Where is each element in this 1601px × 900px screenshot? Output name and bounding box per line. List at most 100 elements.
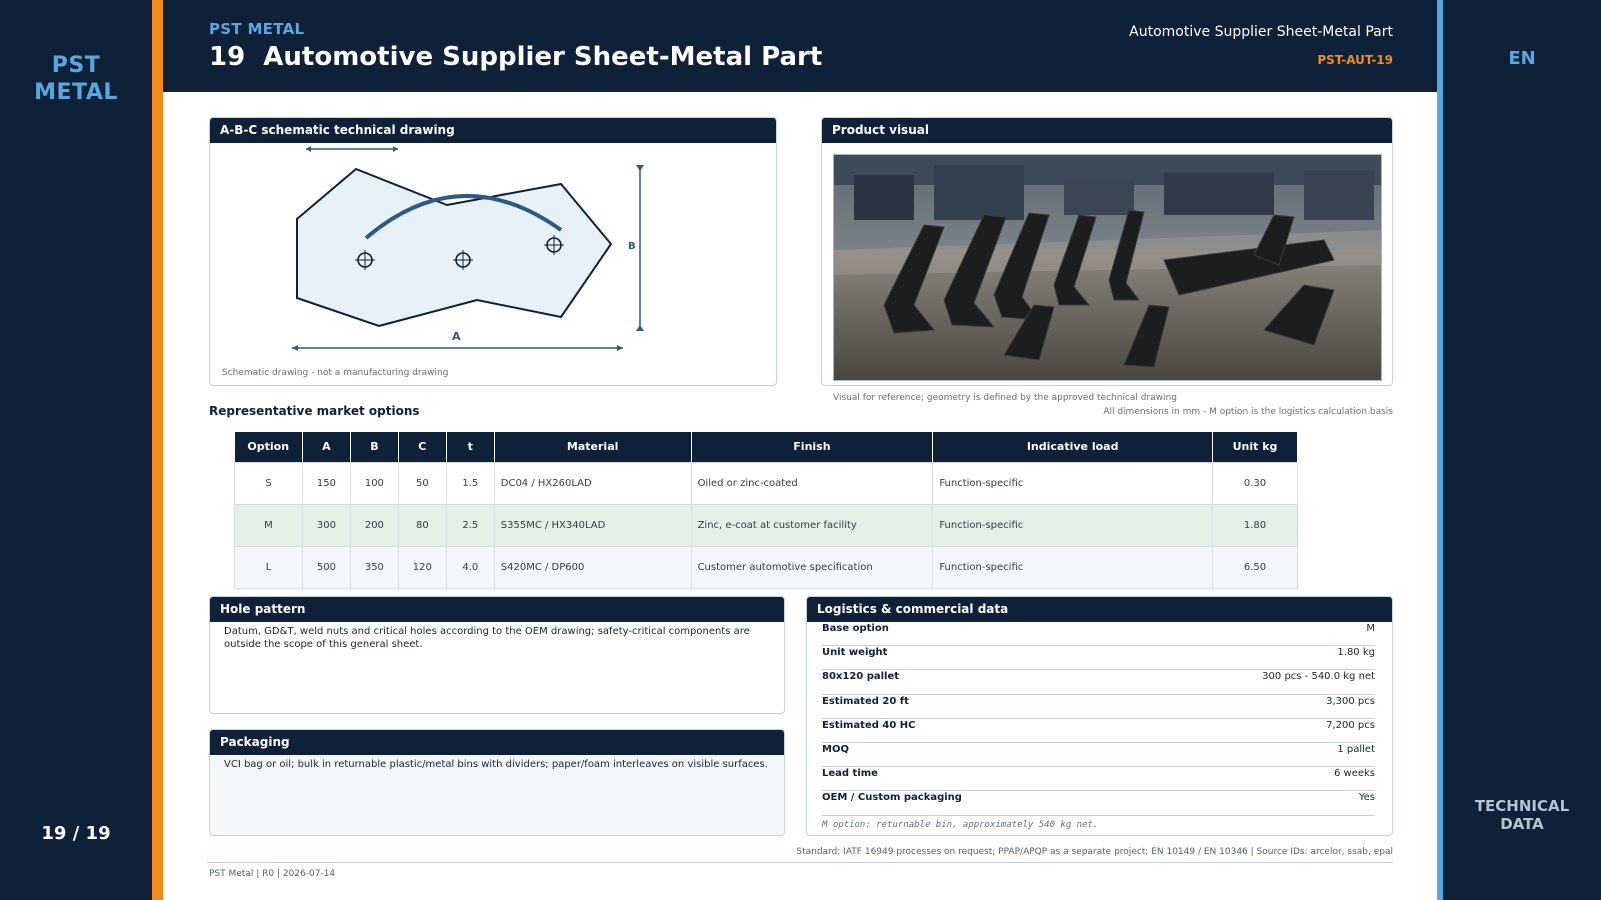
logistics-row-moq: MOQ 1 pallet [822,743,1375,768]
header-subtitle: Automotive Supplier Sheet-Metal Part [1129,24,1393,40]
orange-accent-strip [152,0,163,900]
product-code: PST-AUT-19 [1317,53,1393,67]
column-header-finish: Finish [691,432,934,462]
logistics-row-base-option: Base option M [822,622,1375,647]
cell-t: 4.0 [445,545,495,589]
logistics-key: Lead time [822,768,878,780]
section-label: TECHNICAL DATA [1443,797,1601,833]
drawing-note: Schematic drawing - not a manufacturing … [222,368,449,378]
cell-t: 2.5 [445,503,495,547]
column-header-load: Indicative load [932,432,1213,462]
dim-arrow-a-right [617,345,623,351]
product-photo[interactable] [833,154,1382,381]
logistics-key: Estimated 20 ft [822,695,909,707]
cell-a: 300 [301,503,351,547]
hole-pattern-title: Hole pattern [210,597,784,622]
logistics-note: M option: returnable bin, approximately … [822,819,1099,830]
table-row: M 300 200 80 2.5 S355MC / HX340LAD Zinc,… [234,503,1298,547]
visual-note: Visual for reference; geometry is define… [833,393,1177,403]
hole-pattern-card: Hole pattern Datum, GD&T, weld nuts and … [209,596,785,714]
column-header-a: A [302,432,351,462]
schematic-drawing: B A [292,146,644,351]
packaging-card: Packaging VCI bag or oil; bulk in return… [209,729,785,836]
logistics-card: Logistics & commercial data Base option … [806,596,1393,836]
left-rail [0,0,152,900]
dim-label-a: A [452,330,461,343]
footer-divider [207,862,1393,863]
section-label-line-2: DATA [1500,815,1544,833]
dim-arrow-a-left [292,345,298,351]
drawing-card: A-B-C schematic technical drawing B A Sc… [209,117,777,386]
dim-arrow-c-left [306,146,311,152]
cell-material: S355MC / HX340LAD [493,503,692,547]
page-counter: 19 / 19 [41,823,111,844]
logistics-value: 7,200 pcs [1326,719,1375,731]
cell-option: S [234,461,303,505]
drawing-card-title: A-B-C schematic technical drawing [210,118,776,143]
cell-a: 500 [301,545,351,589]
cell-option: L [234,545,303,589]
table-row: L 500 350 120 4.0 S420MC / DP600 Custome… [234,545,1298,589]
dimensions-note: All dimensions in mm - M option is the l… [1103,407,1393,417]
column-header-c: C [398,432,447,462]
column-header-t: t [446,432,495,462]
product-visual-card: Product visual [821,117,1393,386]
logistics-key: Base option [822,623,889,634]
content-area: A-B-C schematic technical drawing B A Sc… [163,92,1437,900]
cell-b: 350 [349,545,399,589]
brand-logo-line-1: PST [51,53,101,78]
logistics-value: 300 pcs - 540.0 kg net [1262,671,1375,683]
logistics-key: 80x120 pallet [822,671,900,683]
cell-load: Function-specific [932,545,1213,589]
options-table: Option A B C t Material Finish Indicativ… [234,432,1298,589]
blue-accent-strip [1437,0,1443,900]
logistics-row-20ft: Estimated 20 ft 3,300 pcs [822,695,1375,719]
dim-arrow-b-bottom [636,325,644,331]
cell-c: 120 [397,545,447,589]
cell-unit-kg: 0.30 [1212,461,1298,505]
dim-arrow-c-right [393,146,398,152]
product-photo-illustration [834,155,1381,380]
right-rail [1443,0,1601,900]
dim-label-b: B [628,241,636,252]
cell-b: 200 [349,503,399,547]
part-outline [296,167,613,328]
cell-load: Function-specific [932,503,1213,547]
logistics-value: 6 weeks [1333,768,1375,780]
logistics-row-packaging: OEM / Custom packaging Yes [822,791,1375,816]
language-indicator[interactable]: EN [1443,48,1601,69]
packaging-title: Packaging [210,730,784,755]
cell-finish: Customer automotive specification [690,545,934,589]
cell-material: DC04 / HX260LAD [493,461,692,505]
brand-logo-line-2: METAL [34,80,118,105]
logistics-value: M [1366,623,1375,634]
cell-c: 50 [397,461,447,505]
product-visual-title: Product visual [822,118,1392,143]
column-header-b: B [350,432,399,462]
logistics-row-unit-weight: Unit weight 1.80 kg [822,646,1375,671]
logistics-key: MOQ [822,743,849,755]
standard-note: Standard: IATF 16949 processes on reques… [796,847,1393,857]
logistics-key: Estimated 40 HC [822,719,916,731]
logistics-key: Unit weight [822,647,888,659]
page-title: 19 Automotive Supplier Sheet-Metal Part [209,42,823,72]
cell-a: 150 [301,461,351,505]
logistics-key: OEM / Custom packaging [822,792,962,804]
cell-unit-kg: 6.50 [1212,545,1298,589]
table-row: S 150 100 50 1.5 DC04 / HX260LAD Oiled o… [234,461,1298,505]
cell-load: Function-specific [932,461,1213,505]
logistics-row-pallet: 80x120 pallet 300 pcs - 540.0 kg net [822,670,1375,695]
section-label-line-1: TECHNICAL [1474,797,1570,815]
cell-option: M [234,503,303,547]
logistics-value: 3,300 pcs [1326,695,1375,707]
logistics-row-lead-time: Lead time 6 weeks [822,767,1375,792]
page-footer: PST Metal | R0 | 2026-07-14 [209,869,336,879]
cell-t: 1.5 [445,461,495,505]
logistics-title: Logistics & commercial data [807,597,1392,622]
options-header-row: Option A B C t Material Finish Indicativ… [234,432,1298,462]
cell-finish: Oiled or zinc-coated [690,461,934,505]
column-header-material: Material [494,432,692,462]
logistics-value: 1 pallet [1337,743,1375,755]
column-header-unit-kg: Unit kg [1212,432,1298,462]
column-header-option: Option [234,432,303,462]
